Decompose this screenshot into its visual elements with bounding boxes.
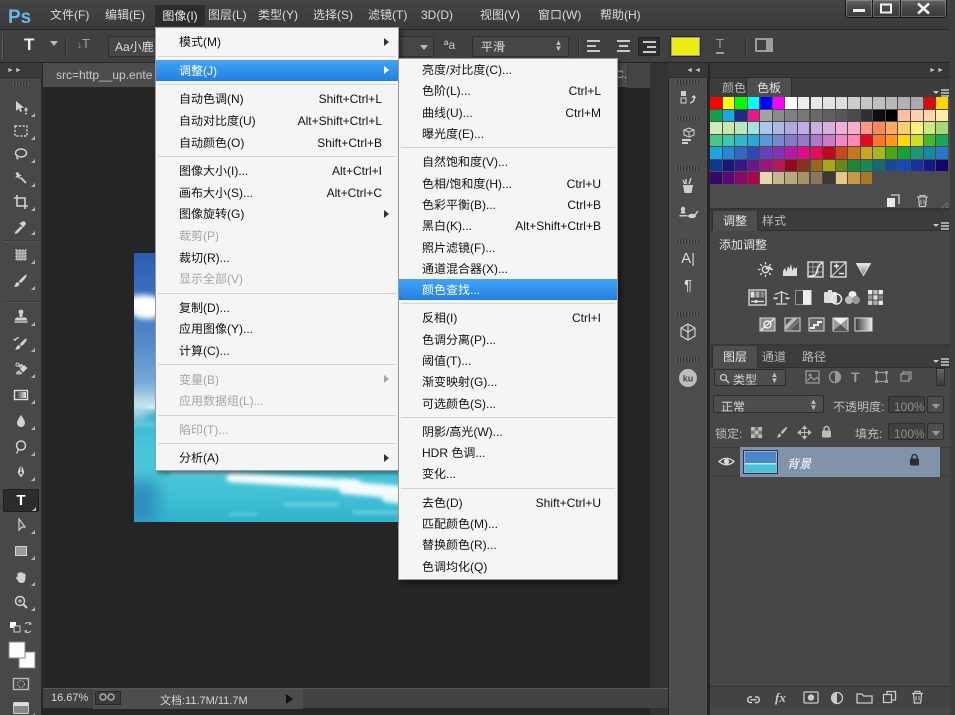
svg-text:ku: ku [683,374,694,384]
